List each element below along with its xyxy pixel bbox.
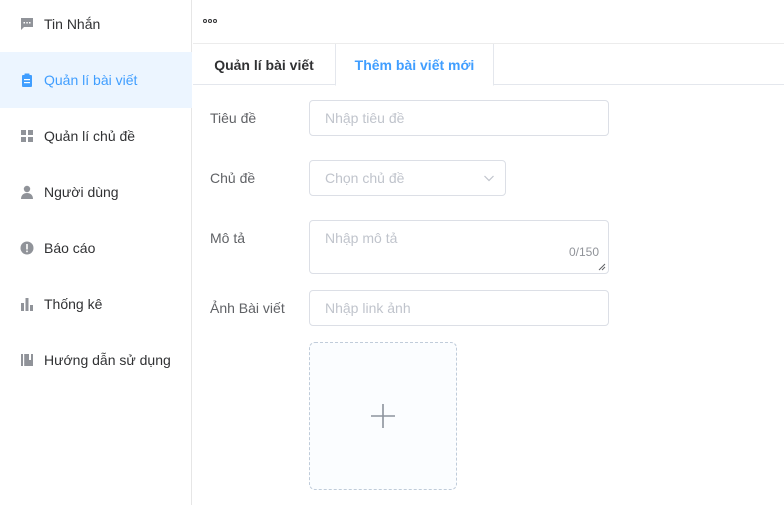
sidebar-item-label: Báo cáo	[44, 240, 96, 256]
sidebar-item-label: Người dùng	[44, 184, 119, 200]
book-icon	[20, 353, 34, 367]
warning-icon	[20, 241, 34, 255]
topic-select[interactable]: Chọn chủ đề	[309, 160, 506, 196]
image-upload-box[interactable]	[309, 342, 457, 490]
sidebar-item-label: Hướng dẫn sử dụng	[44, 352, 171, 368]
chevron-down-icon	[484, 175, 494, 182]
bar-chart-icon	[20, 297, 34, 311]
description-placeholder: Nhập mô tả	[325, 230, 398, 246]
image-label: Ảnh Bài viết	[210, 300, 285, 316]
character-counter: 0/150	[568, 245, 599, 259]
top-bar	[193, 0, 784, 44]
topic-label: Chủ đề	[210, 170, 256, 186]
sidebar-item-label: Quản lí bài viết	[44, 72, 138, 88]
sidebar-item-label: Thống kê	[44, 296, 103, 312]
description-label: Mô tả	[210, 230, 246, 246]
sidebar-item-posts[interactable]: Quản lí bài viết	[0, 52, 192, 108]
sidebar-item-label: Tin Nhắn	[44, 16, 101, 32]
sidebar-item-statistics[interactable]: Thống kê	[0, 276, 192, 332]
chat-icon	[20, 17, 34, 31]
image-link-placeholder: Nhập link ảnh	[325, 300, 411, 316]
tab-add-post[interactable]: Thêm bài viết mới	[335, 44, 494, 86]
description-textarea[interactable]: Nhập mô tả 0/150	[309, 220, 609, 274]
plus-icon	[371, 404, 395, 428]
sidebar-item-topics[interactable]: Quản lí chủ đề	[0, 108, 192, 164]
sidebar-item-reports[interactable]: Báo cáo	[0, 220, 192, 276]
more-icon[interactable]	[203, 12, 218, 26]
title-label: Tiêu đề	[210, 110, 257, 126]
resize-handle-icon[interactable]	[598, 263, 606, 271]
sidebar-item-messages[interactable]: Tin Nhắn	[0, 0, 192, 52]
topic-placeholder: Chọn chủ đề	[325, 170, 405, 186]
sidebar-item-guide[interactable]: Hướng dẫn sử dụng	[0, 332, 192, 388]
clipboard-icon	[20, 73, 34, 87]
sidebar-item-users[interactable]: Người dùng	[0, 164, 192, 220]
grid-icon	[20, 129, 34, 143]
sidebar-item-label: Quản lí chủ đề	[44, 128, 136, 144]
sidebar: Tin Nhắn Quản lí bài viết Quản lí chủ đề…	[0, 0, 192, 505]
tab-bar: Quản lí bài viết Thêm bài viết mới	[193, 44, 784, 86]
tab-manage-posts[interactable]: Quản lí bài viết	[193, 44, 335, 85]
title-input[interactable]: Nhập tiêu đề	[309, 100, 609, 136]
image-link-input[interactable]: Nhập link ảnh	[309, 290, 609, 326]
user-icon	[20, 185, 34, 199]
title-placeholder: Nhập tiêu đề	[325, 110, 405, 126]
